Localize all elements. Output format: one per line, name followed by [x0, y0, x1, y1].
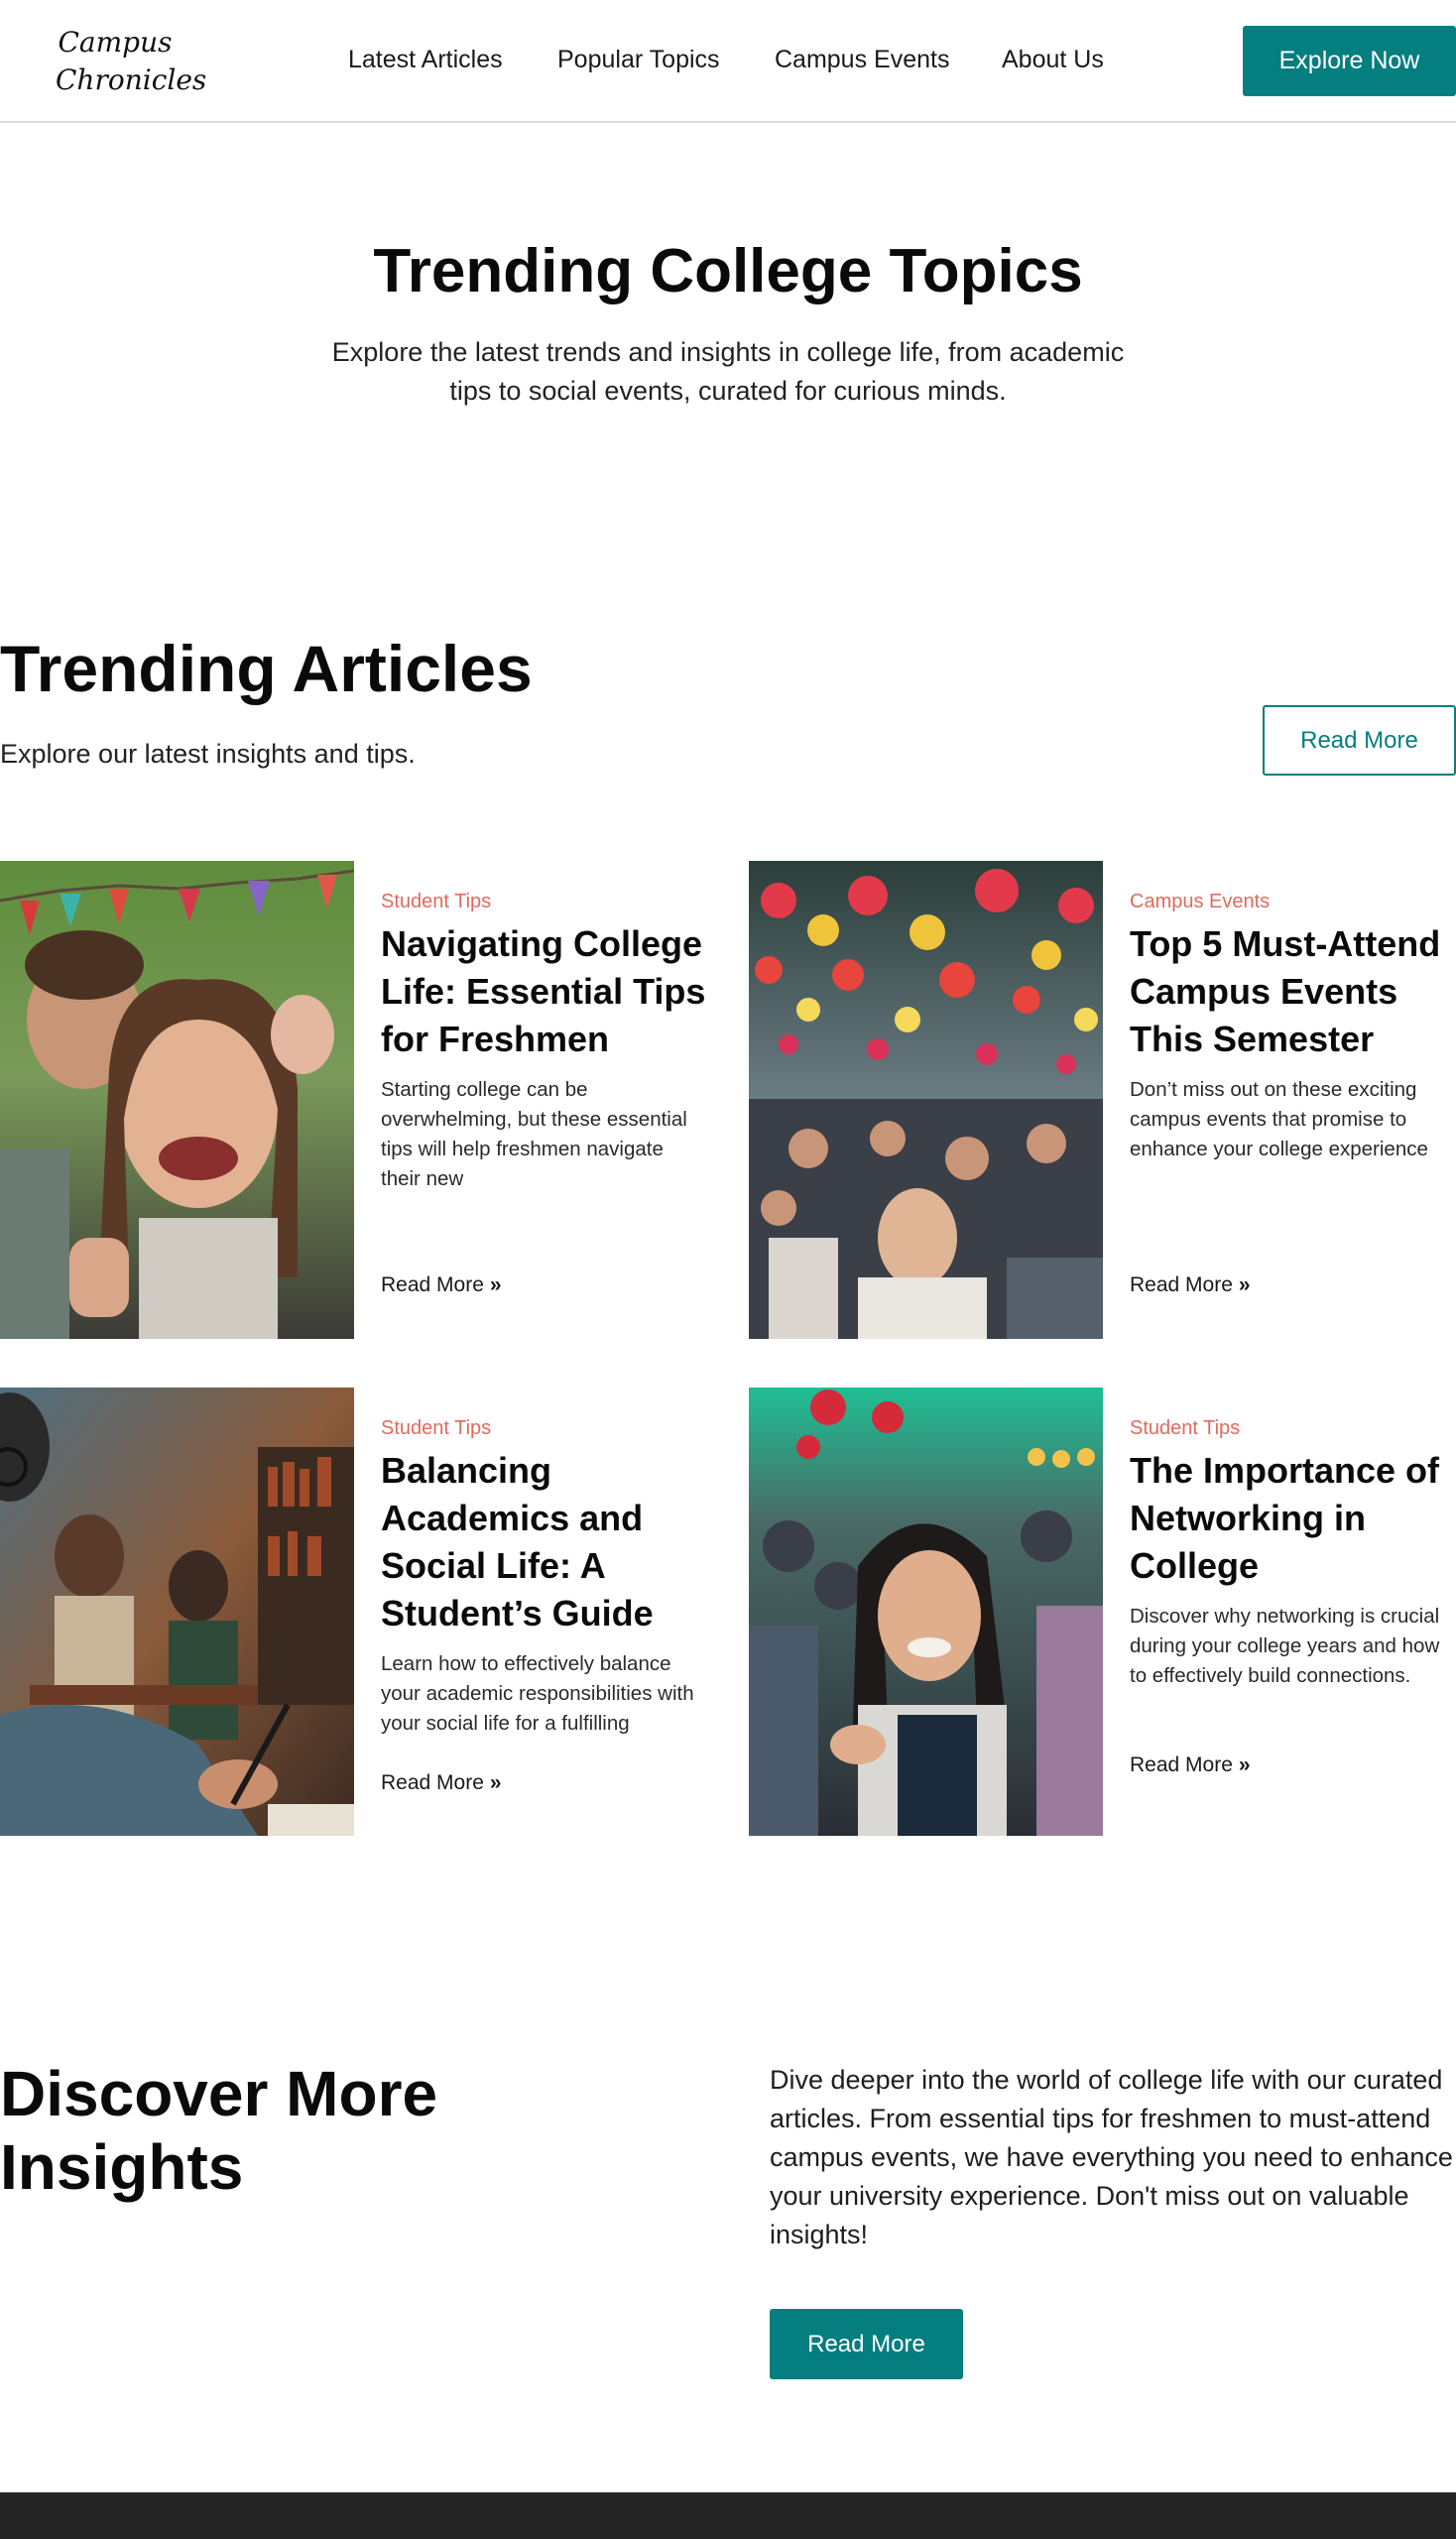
article-read-more-label: Read More	[381, 1273, 484, 1296]
hero-title: Trending College Topics	[373, 237, 1083, 305]
logo-line-2: Chronicles	[56, 63, 207, 96]
article-card-body: Student Tips Navigating College Life: Es…	[381, 889, 708, 1194]
discover-read-more-button[interactable]: Read More	[770, 2309, 963, 2379]
article-title[interactable]: The Importance of Networking in College	[1130, 1447, 1456, 1590]
discover-text: Dive deeper into the world of college li…	[770, 2065, 1453, 2249]
article-read-more-link[interactable]: Read More»	[381, 1769, 502, 1797]
article-title[interactable]: Balancing Academics and Social Life: A S…	[381, 1447, 708, 1637]
article-category[interactable]: Campus Events	[1130, 889, 1456, 914]
logo-line-1: Campus	[58, 26, 173, 59]
nav-latest-articles[interactable]: Latest Articles	[348, 44, 503, 75]
article-read-more-link[interactable]: Read More»	[1130, 1752, 1251, 1779]
article-read-more-label: Read More	[1130, 1273, 1233, 1296]
campus-festival-crowd-photo[interactable]	[749, 861, 1103, 1339]
article-read-more-label: Read More	[381, 1771, 484, 1794]
article-card[interactable]: Student Tips Navigating College Life: Es…	[0, 861, 714, 1339]
trending-read-more-button[interactable]: Read More	[1263, 705, 1456, 776]
nav-about-us[interactable]: About Us	[1002, 44, 1104, 75]
double-chevron-right-icon: »	[1238, 1753, 1251, 1776]
site-footer	[0, 2492, 1456, 2539]
explore-now-button[interactable]: Explore Now	[1243, 26, 1456, 96]
article-read-more-link[interactable]: Read More»	[1130, 1271, 1251, 1299]
double-chevron-right-icon: »	[489, 1273, 502, 1296]
article-card-body: Campus Events Top 5 Must-Attend Campus E…	[1130, 889, 1456, 1164]
article-read-more-label: Read More	[1130, 1753, 1233, 1776]
article-category[interactable]: Student Tips	[1130, 1415, 1456, 1441]
article-category[interactable]: Student Tips	[381, 889, 708, 914]
networking-event-photo[interactable]	[749, 1388, 1103, 1836]
site-header: Campus Chronicles Latest Articles Popula…	[0, 0, 1456, 123]
site-logo[interactable]: Campus Chronicles	[56, 24, 207, 99]
article-excerpt: Learn how to effectively balance your ac…	[381, 1652, 694, 1735]
article-card[interactable]: Campus Events Top 5 Must-Attend Campus E…	[749, 861, 1456, 1339]
article-card-body: Student Tips The Importance of Networkin…	[1130, 1415, 1456, 1691]
double-chevron-right-icon: »	[489, 1771, 502, 1794]
article-read-more-link[interactable]: Read More»	[381, 1271, 502, 1299]
discover-title: Discover More Insights	[0, 2058, 438, 2203]
trending-title: Trending Articles	[0, 632, 533, 705]
article-card[interactable]: Student Tips The Importance of Networkin…	[749, 1388, 1456, 1836]
laughing-students-photo[interactable]	[0, 861, 354, 1339]
article-card-body: Student Tips Balancing Academics and Soc…	[381, 1415, 708, 1739]
studying-library-photo[interactable]	[0, 1388, 354, 1836]
nav-popular-topics[interactable]: Popular Topics	[557, 44, 720, 75]
trending-subtitle: Explore our latest insights and tips.	[0, 739, 416, 769]
article-card[interactable]: Student Tips Balancing Academics and Soc…	[0, 1388, 714, 1836]
article-excerpt: Starting college can be overwhelming, bu…	[381, 1078, 687, 1190]
hero-subtitle: Explore the latest trends and insights i…	[331, 337, 1125, 406]
double-chevron-right-icon: »	[1238, 1273, 1251, 1296]
article-excerpt: Don’t miss out on these exciting campus …	[1130, 1078, 1428, 1160]
nav-campus-events[interactable]: Campus Events	[775, 44, 949, 75]
article-title[interactable]: Navigating College Life: Essential Tips …	[381, 920, 708, 1063]
article-title[interactable]: Top 5 Must-Attend Campus Events This Sem…	[1130, 920, 1456, 1063]
article-excerpt: Discover why networking is crucial durin…	[1130, 1605, 1440, 1687]
article-category[interactable]: Student Tips	[381, 1415, 708, 1441]
